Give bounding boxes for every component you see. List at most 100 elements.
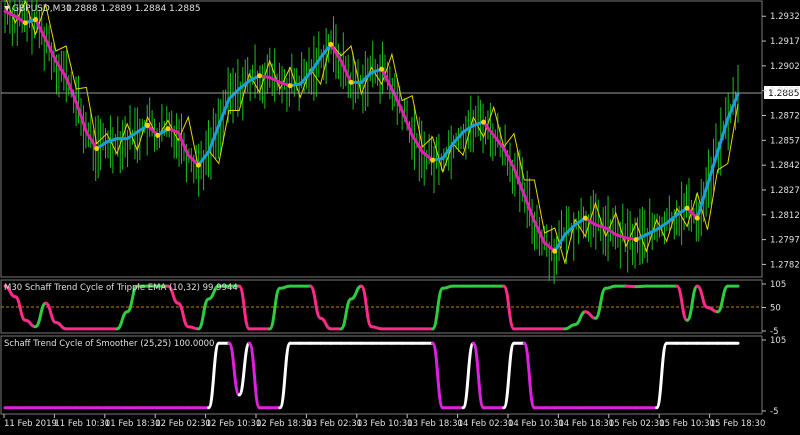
stc-segment — [624, 284, 638, 289]
stc-tick-label: -5 — [770, 407, 778, 417]
stc-segment — [319, 316, 333, 331]
chart-window[interactable]: 1.2885 GBPUSD,M30 1.2888 1.2889 1.2884 1… — [0, 0, 800, 431]
price-tick-label: 1.2902 — [770, 62, 800, 72]
trend-segment — [176, 130, 190, 157]
chart-canvas[interactable]: 1.2885 GBPUSD,M30 1.2888 1.2889 1.2884 1… — [0, 0, 800, 431]
trend-segment — [614, 233, 628, 240]
stc-segment — [716, 284, 730, 314]
stc-segment — [237, 341, 251, 397]
trend-turn-dot — [33, 17, 39, 23]
stc-segment — [268, 286, 282, 331]
trend-turn-dot — [684, 205, 690, 211]
stc-segment — [431, 341, 445, 410]
time-tick-label: 14 Feb 10:30 — [508, 419, 564, 429]
stc-segment — [54, 321, 68, 331]
trend-turn-dot — [287, 83, 293, 89]
stc-segment — [461, 341, 475, 410]
stc-segment — [685, 284, 699, 322]
stc-segment — [634, 284, 648, 289]
stc-segment — [207, 341, 221, 410]
trend-turn-dot — [379, 66, 385, 72]
stc-segment — [502, 341, 516, 410]
stc-segment — [604, 284, 618, 290]
stc-segment — [370, 325, 384, 331]
time-tick-label: 14 Feb 02:30 — [458, 419, 514, 429]
trend-turn-dot — [94, 146, 100, 152]
stc-segment — [573, 310, 587, 327]
stc-segment — [44, 301, 58, 324]
ohlc-label: 1.2888 1.2889 1.2884 1.2885 — [66, 4, 201, 14]
stc-segment — [522, 341, 536, 410]
trend-turn-dot — [552, 248, 558, 254]
stc-segment — [247, 341, 261, 410]
stc-smoother-line — [3, 341, 740, 410]
stc-segment — [359, 284, 373, 329]
price-tick-label: 1.2842 — [770, 161, 800, 171]
price-tick-label: 1.2812 — [770, 211, 800, 221]
price-tick-label: 1.2917 — [770, 37, 800, 47]
trend-turn-dot — [480, 119, 486, 125]
stc-segment — [471, 341, 485, 410]
stc-segment — [308, 284, 323, 320]
trend-turn-dot — [155, 132, 161, 138]
trend-turn-dot — [633, 237, 639, 243]
stc-segment — [675, 284, 689, 322]
stc-segment — [349, 284, 363, 301]
trend-segment — [716, 117, 730, 154]
price-tick-label: 1.2872 — [770, 112, 800, 122]
stc-segment — [227, 341, 241, 397]
price-tick-label: 1.2797 — [770, 236, 800, 246]
stc-segment — [431, 286, 445, 331]
price-tick-label: 1.2827 — [770, 186, 800, 196]
stc-tick-label: 105 — [770, 336, 786, 346]
time-tick-label: 13 Feb 10:30 — [357, 419, 413, 429]
time-tick-label: 15 Feb 10:30 — [659, 419, 715, 429]
trend-turn-dot — [145, 122, 151, 128]
trend-turn-dot — [257, 73, 263, 79]
symbol-label: GBPUSD,M30 — [12, 4, 72, 14]
trend-segment — [593, 223, 608, 230]
trend-turn-dot — [694, 215, 700, 221]
trend-turn-dot — [582, 215, 588, 221]
stc-segment — [594, 286, 608, 320]
price-tick-label: 1.2782 — [770, 260, 800, 270]
stc-smoother-title: Schaff Trend Cycle of Smoother (25,25) 1… — [4, 339, 214, 349]
price-tick-label: 1.2887 — [770, 87, 800, 97]
stc-segment — [278, 341, 292, 410]
stc-segment — [583, 310, 597, 320]
stc-segment — [441, 284, 455, 290]
time-tick-label: 15 Feb 02:30 — [609, 419, 665, 429]
stc-segment — [115, 310, 129, 331]
stc-segment — [655, 341, 669, 410]
trend-turn-dot — [430, 157, 436, 163]
stc-segment — [23, 318, 37, 329]
trend-turn-dot — [195, 162, 201, 168]
time-tick-label: 11 Feb 2019 — [4, 419, 57, 429]
time-tick-label: 15 Feb 18:30 — [710, 419, 766, 429]
stc-tick-label: 50 — [770, 304, 781, 314]
stc-tick-label: 105 — [770, 280, 786, 290]
trend-turn-dot — [165, 126, 171, 132]
price-tick-label: 1.2932 — [770, 12, 800, 22]
time-tick-label: 14 Feb 18:30 — [558, 419, 614, 429]
time-tick-label: 13 Feb 18:30 — [407, 419, 463, 429]
stc-segment — [563, 323, 577, 331]
time-tick-label: 11 Feb 10:30 — [54, 419, 110, 429]
stc-segment — [706, 306, 720, 314]
stc-segment — [695, 284, 709, 309]
stc-segment — [186, 325, 200, 331]
time-tick-label: 12 Feb 10:30 — [206, 419, 262, 429]
trend-turn-dot — [328, 41, 334, 47]
trend-turn-dot — [22, 20, 28, 26]
stc-segment — [278, 284, 292, 290]
stc-segment — [339, 297, 353, 331]
stc-segment — [13, 295, 27, 322]
price-axis: 1.2932 1.2917 1.2902 1.2887 1.2872 1.2857 1.28… — [762, 12, 800, 270]
time-tick-label: 13 Feb 02:30 — [306, 419, 362, 429]
time-tick-label: 12 Feb 18:30 — [256, 419, 312, 429]
time-axis: 11 Feb 201911 Feb 10:3011 Feb 18:30 12 Fe… — [3, 414, 766, 429]
stc-ema-title: M30 Schaff Trend Cycle of Tripple EMA (1… — [4, 283, 238, 293]
time-tick-label: 11 Feb 18:30 — [105, 419, 161, 429]
stc-smoother-axis: 105 -5 — [762, 336, 786, 417]
stc-ema-axis: 10550-5 — [762, 280, 786, 337]
